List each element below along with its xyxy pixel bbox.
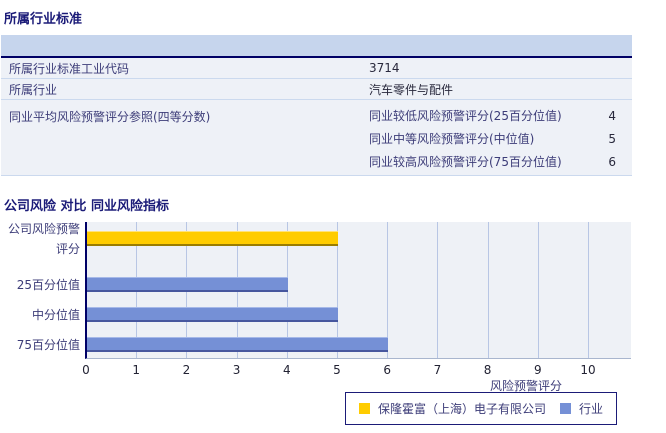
x-tick: 1	[132, 363, 141, 377]
gridline	[437, 222, 439, 358]
row-label: 同业平均风险预警评分参照(四等分数)	[9, 110, 211, 124]
sub-row-label: 同业中等风险预警评分(中位值)	[369, 132, 535, 146]
x-tick: 5	[333, 363, 341, 377]
sub-row-value: 5	[608, 131, 616, 146]
section-title-risk-comparison: 公司风险 对比 同业风险指标	[4, 199, 170, 214]
x-tick: 0	[82, 363, 90, 377]
x-tick: 4	[282, 363, 291, 377]
sub-row-value: 4	[608, 108, 616, 123]
y-axis-category-label: 中分位值	[31, 307, 80, 322]
y-axis-category-label: 25百分位值	[16, 277, 80, 292]
sub-row-value: 6	[608, 154, 616, 169]
legend-swatch-company-icon	[359, 403, 370, 414]
legend-swatch-industry-icon	[560, 403, 572, 414]
sub-row: 同业较高风险预警评分(75百分位值) 6	[365, 150, 632, 173]
table-row: 所属行业标准工业代码 3714	[1, 58, 632, 79]
y-axis-category-label: 公司风险预警评分	[7, 221, 80, 256]
legend-item-company: 保隆霍富（上海）电子有限公司	[359, 400, 546, 417]
row-label: 所属行业标准工业代码	[9, 61, 130, 76]
x-tick: 8	[483, 363, 492, 377]
x-tick: 6	[383, 363, 392, 377]
legend-label-industry: 行业	[579, 402, 604, 416]
gridline	[487, 222, 489, 358]
x-tick: 2	[182, 363, 191, 377]
x-tick: 10	[580, 363, 596, 377]
industry-standard-table: 所属行业标准工业代码 3714 所属行业 汽车零件与配件 同业平均风险预警评分参…	[1, 35, 632, 176]
bar-industry	[87, 277, 288, 292]
row-value: 汽车零件与配件	[369, 82, 454, 97]
risk-comparison-bar-chart: 0 1 2 3 4 5 6 7 8 9 10 风险预警评分 保隆霍富（上海）电子有限公司 行业 公司…	[0, 222, 666, 433]
row-label: 所属行业	[9, 82, 58, 97]
bar-plot	[85, 222, 631, 359]
gridline	[537, 222, 539, 358]
bar-industry	[87, 337, 388, 352]
x-tick: 7	[433, 363, 442, 377]
table-header-band	[1, 35, 632, 58]
table-row: 所属行业 汽车零件与配件	[1, 79, 632, 100]
sub-row-label: 同业较高风险预警评分(75百分位值)	[369, 155, 562, 169]
chart-legend: 保隆霍富（上海）电子有限公司 行业	[345, 392, 618, 425]
gridline	[588, 222, 589, 358]
sub-row-label: 同业较低风险预警评分(25百分位值)	[369, 109, 562, 123]
row-subtable: 同业较低风险预警评分(25百分位值) 4 同业中等风险预警评分(中位值) 5 同…	[365, 100, 632, 175]
section-title-industry-standard: 所属行业标准	[4, 12, 83, 27]
sub-row: 同业中等风险预警评分(中位值) 5	[365, 127, 632, 150]
legend-label-company: 保隆霍富（上海）电子有限公司	[378, 402, 547, 416]
y-axis-category-label: 75百分位值	[16, 337, 80, 352]
x-tick: 3	[232, 363, 241, 377]
bar-company	[87, 231, 338, 246]
page: 所属行业标准 所属行业标准工业代码 3714 所属行业 汽车零件与配件 同业平均…	[0, 0, 666, 433]
legend-item-industry: 行业	[560, 400, 603, 417]
bar-industry	[87, 307, 338, 322]
sub-row: 同业较低风险预警评分(25百分位值) 4	[365, 104, 632, 127]
x-axis-ticks: 0 1 2 3 4 5 6 7 8 9 10	[0, 363, 666, 377]
row-value: 3714	[369, 61, 400, 75]
table-row: 同业平均风险预警评分参照(四等分数) 同业较低风险预警评分(25百分位值) 4 …	[1, 100, 632, 176]
x-tick: 9	[533, 363, 542, 377]
